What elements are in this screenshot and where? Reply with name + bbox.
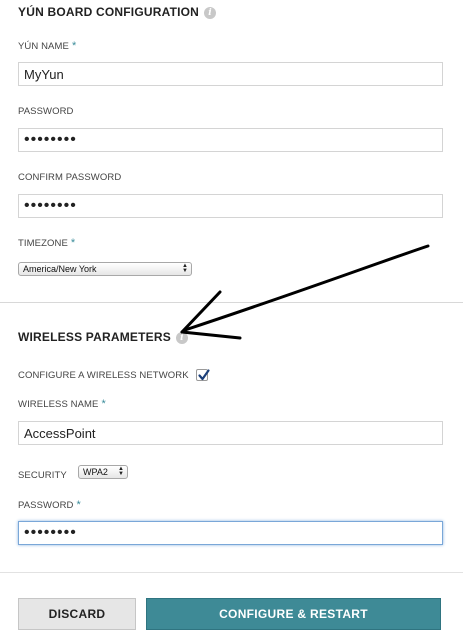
discard-button[interactable]: DISCARD: [18, 598, 136, 630]
configure-restart-button[interactable]: CONFIGURE & RESTART: [146, 598, 441, 630]
timezone-select[interactable]: America/New York ▲ ▼: [18, 262, 192, 276]
board-config-title: YÚN BOARD CONFIGURATION i: [18, 5, 217, 19]
confirm-password-label-text: CONFIRM PASSWORD: [18, 172, 122, 183]
required-marker: *: [76, 499, 81, 511]
wireless-password-label: PASSWORD *: [18, 499, 81, 511]
select-arrows-icon: ▲ ▼: [182, 263, 188, 274]
info-icon[interactable]: i: [204, 7, 217, 19]
wireless-params-title: WIRELESS PARAMETERS i: [18, 330, 188, 344]
confirm-password-label: CONFIRM PASSWORD: [18, 172, 121, 183]
required-marker: *: [101, 398, 106, 410]
yun-name-label: YÚN NAME *: [18, 40, 76, 52]
timezone-select-value: America/New York: [23, 264, 97, 274]
confirm-password-input[interactable]: [18, 194, 443, 218]
password-input[interactable]: [18, 128, 443, 152]
required-marker: *: [70, 237, 76, 249]
yun-name-input[interactable]: [18, 62, 443, 86]
wireless-name-label: WIRELESS NAME *: [18, 398, 106, 410]
configuration-page: YÚN BOARD CONFIGURATIONi YÚN NAME* PASSW…: [0, 0, 463, 635]
security-select[interactable]: WPA2 ▲ ▼: [78, 465, 128, 479]
password-label: PASSWORD: [18, 106, 74, 117]
board-config-title-text: YÚN BOARD CONFIGURATION: [18, 5, 200, 19]
wireless-password-label-text: PASSWORD: [18, 500, 74, 511]
wireless-name-label-text: WIRELESS NAME: [18, 399, 99, 410]
security-label: SECURITY: [18, 470, 67, 481]
select-arrows-icon: ▲ ▼: [118, 466, 124, 477]
yun-name-label-text: YÚN NAME: [18, 41, 69, 52]
password-label-text: PASSWORD: [18, 106, 74, 117]
wireless-params-title-text: WIRELESS PARAMETERS: [18, 330, 171, 344]
checkmark-icon: [198, 369, 210, 381]
security-label-text: SECURITY: [18, 470, 67, 481]
security-select-value: WPA2: [83, 467, 108, 477]
timezone-label-text: TIMEZONE: [18, 238, 68, 249]
info-icon[interactable]: i: [175, 332, 188, 344]
timezone-label: TIMEZONE *: [18, 237, 75, 249]
section-divider: [0, 302, 463, 303]
wireless-name-input[interactable]: [18, 421, 443, 445]
configure-wireless-label-text: CONFIGURE A WIRELESS NETWORK: [18, 370, 189, 381]
configure-wireless-label: CONFIGURE A WIRELESS NETWORK: [18, 370, 189, 381]
configure-wireless-checkbox[interactable]: [196, 369, 210, 381]
wireless-password-input[interactable]: [18, 521, 443, 545]
footer-divider: [0, 572, 463, 573]
required-marker: *: [71, 40, 77, 52]
